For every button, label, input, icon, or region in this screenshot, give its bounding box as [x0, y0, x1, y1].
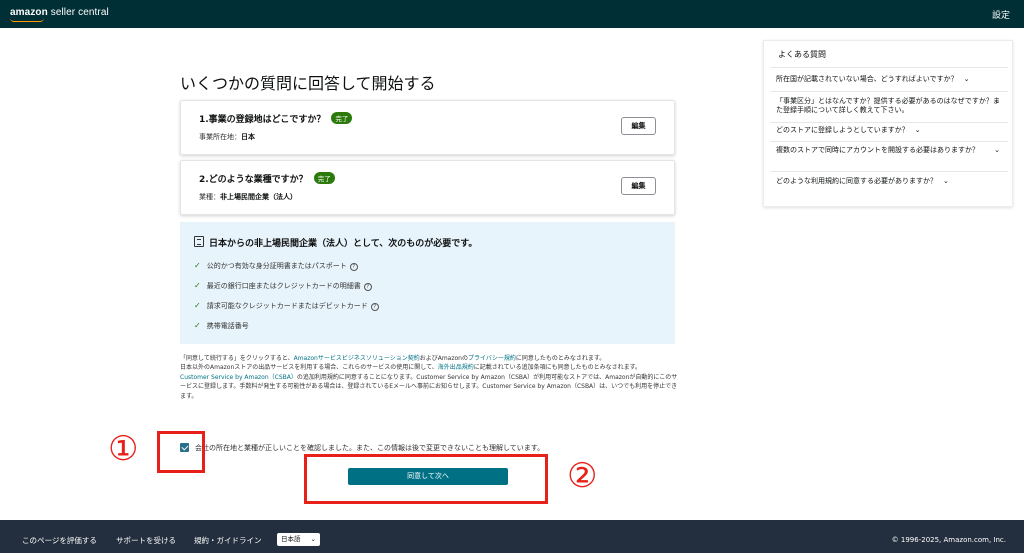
legal-text: に同意したものとみなされます。 — [515, 355, 606, 362]
question-text: 2.どのような業種ですか？ — [199, 175, 308, 185]
csba-link[interactable]: Customer Service by Amazon（CSBA） — [180, 374, 297, 381]
international-selling-terms-link[interactable]: 海外出品規約 — [438, 364, 474, 371]
language-value: 日本語 — [281, 535, 301, 543]
chevron-down-icon: ⌄ — [994, 97, 1000, 105]
help-icon[interactable]: ? — [370, 303, 379, 311]
question-heading: 1.事業の登録地はどこですか？ 完了 — [199, 112, 353, 125]
requirement-text: 公的かつ有効な身分証明書またはパスポート — [206, 262, 347, 270]
divider — [770, 122, 1008, 123]
amazon-seller-central-logo[interactable]: amazon seller central — [10, 7, 109, 22]
faq-question: 複数のストアで同時にアカウントを開設する必要はありますか？ — [776, 146, 979, 154]
annotation-number-2: ② — [567, 456, 598, 496]
edit-button[interactable]: 編集 — [621, 177, 656, 195]
question-heading: 2.どのような業種ですか？ 完了 — [199, 172, 335, 185]
faq-question: どのストアに登録しようとしていますか？ — [776, 126, 909, 134]
chevron-down-icon: ⌄ — [943, 177, 949, 185]
faq-panel: よくある質問 所在国が記載されていない場合、どうすればよいですか？ ⌄ 「事業区分… — [763, 40, 1013, 207]
requirements-heading-text: 日本からの非上場民間企業（法人）として、次のものが必要です。 — [209, 239, 478, 249]
requirement-item: ✓ 公的かつ有効な身分証明書またはパスポート? — [194, 261, 358, 271]
legal-notice: 「同意して続行する」をクリックすると、Amazonサービスビジネスソリューション… — [180, 354, 680, 401]
check-icon: ✓ — [194, 261, 201, 270]
business-solutions-agreement-link[interactable]: Amazonサービスビジネスソリューション契約 — [294, 355, 420, 362]
requirement-item: ✓ 請求可能なクレジットカードまたはデビットカード? — [194, 301, 379, 311]
answer-label: 業種： — [199, 193, 220, 201]
copyright-text: © 1996-2025, Amazon.com, Inc. — [891, 536, 1006, 544]
legal-text: に記載されている追加条項にも同意したものとみなされます。 — [473, 364, 642, 372]
top-header: amazon seller central 設定 — [0, 0, 1024, 28]
requirement-item: ✓ 最近の銀行口座またはクレジットカードの明細書? — [194, 281, 372, 291]
edit-button[interactable]: 編集 — [621, 117, 656, 135]
requirements-box: 日本からの非上場民間企業（法人）として、次のものが必要です。 ✓ 公的かつ有効な身… — [180, 222, 675, 344]
status-badge: 完了 — [331, 112, 353, 124]
check-icon: ✓ — [194, 281, 201, 290]
terms-guidelines-link[interactable]: 規約・ガイドライン — [194, 535, 262, 546]
answer-summary: 事業所在地：日本 — [199, 132, 255, 142]
divider — [770, 171, 1008, 172]
footer: このページを評価する サポートを受ける 規約・ガイドライン 日本語 ⌄ © 199… — [0, 520, 1024, 553]
logo-rest-text: seller central — [47, 7, 109, 18]
confirmation-text: 会社の所在地と業種が正しいことを確認しました。また、この情報は後で変更できないこ… — [195, 444, 545, 452]
legal-text: 「同意して続行する」をクリックすると、 — [180, 355, 294, 362]
faq-title: よくある質問 — [778, 50, 826, 59]
legal-paragraph-1: 「同意して続行する」をクリックすると、Amazonサービスビジネスソリューション… — [180, 354, 680, 363]
annotation-number-1: ① — [108, 429, 139, 469]
faq-item[interactable]: 所在国が記載されていない場合、どうすればよいですか？ ⌄ — [776, 75, 1004, 84]
annotation-highlight-button — [304, 454, 548, 504]
privacy-policy-link[interactable]: プライバシー規約 — [468, 355, 516, 362]
legal-paragraph-3: Customer Service by Amazon（CSBA）の追加利用規約に… — [180, 373, 680, 401]
faq-question: 所在国が記載されていない場合、どうすればよいですか？ — [776, 75, 958, 83]
language-select[interactable]: 日本語 ⌄ — [277, 533, 320, 546]
question-card-business-type: 2.どのような業種ですか？ 完了 業種：非上場民間企業（法人） 編集 — [180, 160, 675, 215]
legal-text: 日本以外のAmazonストアの出品サービスを利用する場合、これらのサービスの使用… — [180, 364, 438, 372]
faq-item[interactable]: どのストアに登録しようとしていますか？ ⌄ — [776, 126, 1004, 135]
answer-label: 事業所在地： — [199, 133, 241, 141]
chevron-down-icon: ⌄ — [310, 535, 316, 543]
legal-text: およびAmazonの — [419, 355, 468, 362]
answer-value: 非上場民間企業（法人） — [220, 193, 297, 201]
chevron-down-icon: ⌄ — [963, 75, 970, 83]
check-icon: ✓ — [194, 301, 201, 310]
faq-item[interactable]: 「事業区分」とはなんですか？提供する必要があるのはなぜですか？また登録手順につい… — [776, 97, 1004, 115]
question-text: 1.事業の登録地はどこですか？ — [199, 115, 326, 125]
divider — [770, 67, 1008, 68]
faq-item[interactable]: 複数のストアで同時にアカウントを開設する必要はありますか？ ⌄ — [776, 146, 1004, 155]
answer-value: 日本 — [241, 133, 255, 141]
page-title: いくつかの質問に回答して開始する — [180, 74, 436, 93]
requirement-text: 請求可能なクレジットカードまたはデビットカード — [206, 302, 368, 310]
get-support-link[interactable]: サポートを受ける — [116, 535, 176, 546]
confirmation-row: 会社の所在地と業種が正しいことを確認しました。また、この情報は後で変更できないこ… — [180, 443, 544, 453]
requirement-item: ✓ 携帯電話番号 — [194, 321, 249, 331]
help-icon[interactable]: ? — [363, 283, 372, 291]
status-badge: 完了 — [313, 172, 335, 184]
logo-bold-text: amazon — [10, 7, 48, 18]
divider — [770, 91, 1008, 92]
check-icon: ✓ — [194, 321, 201, 330]
requirements-heading: 日本からの非上場民間企業（法人）として、次のものが必要です。 — [194, 236, 477, 249]
chevron-down-icon: ⌄ — [994, 146, 1000, 154]
answer-summary: 業種：非上場民間企業（法人） — [199, 192, 297, 202]
question-card-location: 1.事業の登録地はどこですか？ 完了 事業所在地：日本 編集 — [180, 100, 675, 155]
faq-item[interactable]: どのような利用規約に同意する必要がありますか？ ⌄ — [776, 177, 1004, 186]
requirement-text: 携帯電話番号 — [206, 322, 249, 330]
rate-page-link[interactable]: このページを評価する — [22, 535, 97, 546]
help-icon[interactable]: ? — [349, 263, 358, 271]
legal-paragraph-2: 日本以外のAmazonストアの出品サービスを利用する場合、これらのサービスの使用… — [180, 363, 680, 372]
requirement-text: 最近の銀行口座またはクレジットカードの明細書 — [206, 282, 361, 290]
chevron-down-icon: ⌄ — [914, 126, 921, 134]
annotation-highlight-checkbox — [157, 431, 205, 473]
document-icon — [194, 236, 204, 247]
divider — [770, 141, 1008, 142]
settings-link[interactable]: 設定 — [992, 8, 1010, 21]
amazon-smile-icon — [10, 18, 44, 22]
faq-question: 「事業区分」とはなんですか？提供する必要があるのはなぜですか？また登録手順につい… — [776, 97, 1000, 114]
faq-question: どのような利用規約に同意する必要がありますか？ — [776, 177, 937, 185]
